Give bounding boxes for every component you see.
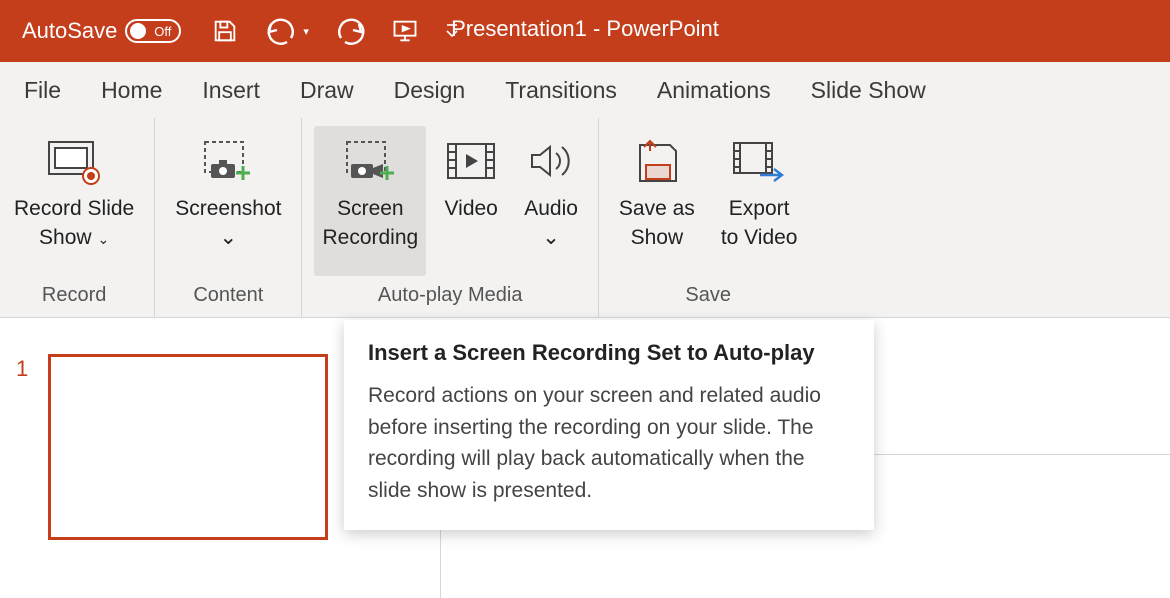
group-label: Auto-play Media <box>378 284 523 313</box>
save-icon[interactable] <box>211 17 239 45</box>
undo-icon[interactable]: ▾ <box>265 16 309 46</box>
label-line1: Save as <box>619 194 695 223</box>
tab-design[interactable]: Design <box>394 77 466 104</box>
audio-button[interactable]: Audio ⌄ <box>516 126 586 276</box>
title-separator: - <box>587 16 607 41</box>
autosave-state: Off <box>154 24 171 39</box>
export-video-icon <box>730 132 788 190</box>
title-bar: AutoSave Off ▾ <box>0 0 1170 62</box>
video-icon <box>444 132 498 190</box>
quick-access-toolbar: ▾ <box>211 16 459 46</box>
tooltip-title: Insert a Screen Recording Set to Auto-pl… <box>368 340 850 366</box>
label-line1: Record Slide <box>14 194 134 223</box>
tab-insert[interactable]: Insert <box>202 77 260 104</box>
screen-recording-icon <box>339 132 401 190</box>
toggle-switch[interactable]: Off <box>125 19 181 43</box>
title-filename: Presentation1 <box>451 16 587 41</box>
record-slide-icon <box>43 132 105 190</box>
group-save: Save as Show Export to Video Save <box>599 118 818 317</box>
present-from-start-icon[interactable] <box>391 17 419 45</box>
video-button[interactable]: Video <box>436 126 506 276</box>
autosave-toggle[interactable]: AutoSave Off <box>0 18 185 44</box>
group-content: Screenshot ⌄ Content <box>155 118 302 317</box>
label-line2: to Video <box>721 223 798 252</box>
chevron-down-icon: ⌄ <box>220 223 238 252</box>
chevron-down-icon: ⌄ <box>94 231 110 247</box>
title-app: PowerPoint <box>606 16 719 41</box>
tab-draw[interactable]: Draw <box>300 77 354 104</box>
slide-number: 1 <box>16 354 28 598</box>
group-label: Record <box>42 284 106 313</box>
tab-animations[interactable]: Animations <box>657 77 771 104</box>
tab-transitions[interactable]: Transitions <box>505 77 617 104</box>
group-label: Content <box>193 284 263 313</box>
label-line1: Audio <box>524 194 578 223</box>
group-record: Record Slide Show ⌄ Record <box>0 118 155 317</box>
chevron-down-icon: ⌄ <box>542 223 560 252</box>
tooltip-body: Record actions on your screen and relate… <box>368 380 850 506</box>
label-line2 <box>468 223 474 252</box>
save-as-show-button[interactable]: Save as Show <box>611 126 703 276</box>
tab-file[interactable]: File <box>24 77 61 104</box>
export-to-video-button[interactable]: Export to Video <box>713 126 806 276</box>
redo-icon[interactable] <box>335 16 365 46</box>
chevron-down-icon: ▾ <box>303 25 309 38</box>
label-line2: Show <box>631 223 684 252</box>
ribbon-tabs: File Home Insert Draw Design Transitions… <box>0 62 1170 118</box>
label-line1: Screen <box>337 194 404 223</box>
label-line2: Show ⌄ <box>39 223 109 252</box>
tab-slide-show[interactable]: Slide Show <box>811 77 926 104</box>
customize-qat-icon[interactable] <box>445 22 459 40</box>
label-line1: Video <box>445 194 498 223</box>
label-line1: Screenshot <box>175 194 281 223</box>
group-autoplay-media: Screen Recording Video <box>302 118 598 317</box>
audio-icon <box>526 132 576 190</box>
screenshot-icon <box>197 132 259 190</box>
record-slide-show-button[interactable]: Record Slide Show ⌄ <box>6 126 142 276</box>
tooltip: Insert a Screen Recording Set to Auto-pl… <box>344 320 874 530</box>
autosave-label: AutoSave <box>22 18 117 44</box>
ribbon: Record Slide Show ⌄ Record Screenshot ⌄ <box>0 118 1170 318</box>
slide-thumbnail[interactable] <box>48 354 328 540</box>
screen-recording-button[interactable]: Screen Recording <box>314 126 426 276</box>
screenshot-button[interactable]: Screenshot ⌄ <box>167 126 289 276</box>
save-as-show-icon <box>630 132 684 190</box>
group-label: Save <box>685 284 731 313</box>
label-line1: Export <box>729 194 790 223</box>
tab-home[interactable]: Home <box>101 77 162 104</box>
label-line2: Recording <box>322 223 418 252</box>
